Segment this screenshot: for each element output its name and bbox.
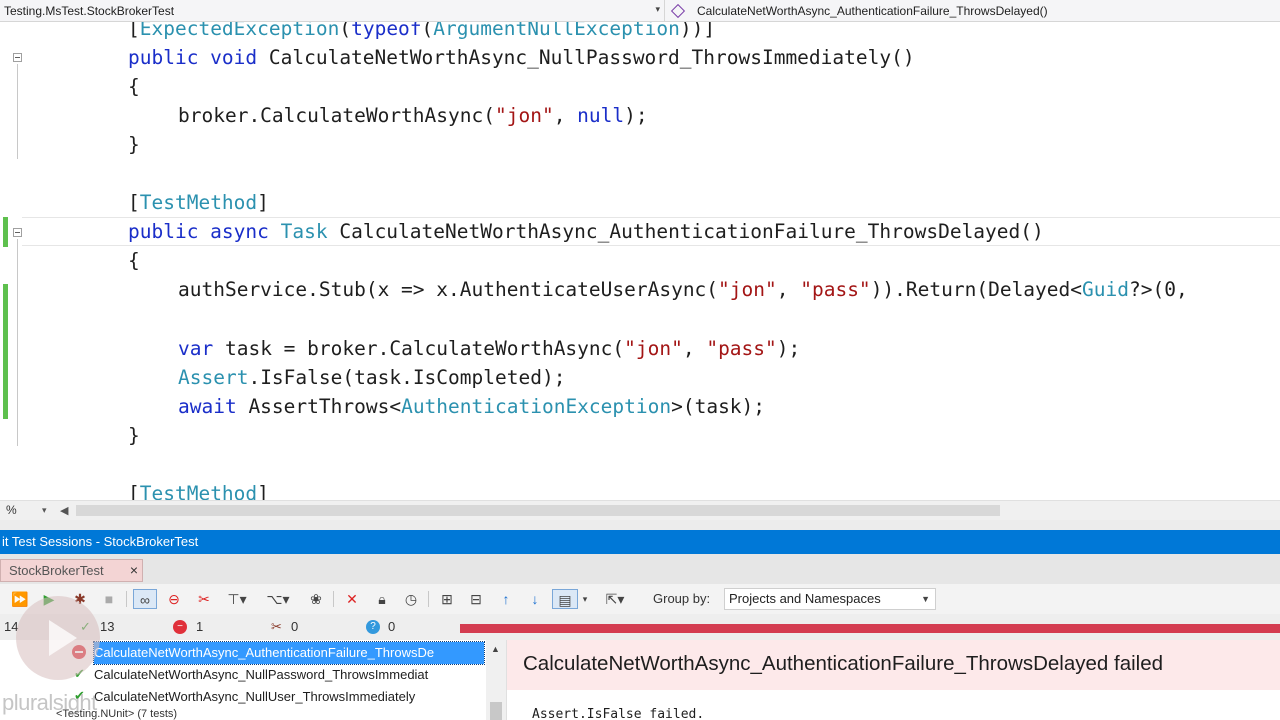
collapse-all-icon[interactable]: ⊟ (466, 589, 486, 609)
code-line: Assert.IsFalse(task.IsCompleted); (178, 366, 566, 389)
watermark-logo: pluralsight (2, 690, 97, 715)
class-dropdown[interactable]: Testing.MsTest.StockBrokerTest ▾ (0, 0, 665, 22)
code-line: [TestMethod] (128, 482, 269, 500)
code-line: broker.CalculateWorthAsync("jon", null); (178, 104, 648, 127)
scroll-left-icon[interactable]: ◀ (60, 504, 68, 517)
paw-icon[interactable]: ❀ (306, 589, 326, 609)
code-line: [TestMethod] (128, 191, 269, 214)
code-line: [ExpectedException(typeof(ArgumentNullEx… (128, 22, 716, 40)
test-stats-bar: 14 ✓ 13 − 1 ✂ 0 ? 0 (0, 614, 1280, 640)
chevron-down-icon[interactable]: ▾ (578, 589, 592, 609)
chevron-down-icon: ▼ (921, 594, 930, 604)
session-tab-label: StockBrokerTest (9, 563, 104, 578)
scrollbar-thumb[interactable] (490, 702, 502, 720)
change-marker (3, 284, 8, 419)
filter-icon[interactable]: ⊤▾ (222, 589, 252, 609)
test-detail-pane: CalculateNetWorthAsync_AuthenticationFai… (506, 640, 1280, 720)
layout-icon[interactable]: ▤ (552, 589, 578, 609)
wrench-icon[interactable]: ✂ (194, 589, 214, 609)
horizontal-scrollbar[interactable] (76, 505, 1000, 516)
code-line: } (128, 133, 140, 156)
test-row[interactable]: CalculateNetWorthAsync_NullPassword_Thro… (94, 664, 486, 686)
code-line: } (128, 424, 140, 447)
failed-icon: − (173, 620, 187, 634)
link-icon[interactable]: ∞ (133, 589, 157, 609)
test-row[interactable]: CalculateNetWorthAsync_AuthenticationFai… (93, 641, 485, 665)
detail-header: CalculateNetWorthAsync_AuthenticationFai… (507, 640, 1280, 690)
code-line: authService.Stub(x => x.AuthenticateUser… (178, 278, 1188, 301)
export-icon[interactable]: ⇱▾ (600, 589, 630, 609)
unknown-icon: ? (366, 620, 380, 634)
collapse-icon[interactable] (13, 53, 22, 62)
tree-icon[interactable]: ⌥▾ (262, 589, 294, 609)
toolbar-separator (333, 591, 334, 607)
ignored-count[interactable]: 0 (291, 619, 298, 634)
group-by-value: Projects and Namespaces (729, 591, 881, 606)
outline-guide (17, 239, 18, 446)
failed-count[interactable]: 1 (196, 619, 203, 634)
zoom-level[interactable]: % (6, 503, 17, 517)
toolbar-separator (126, 591, 127, 607)
unknown-count[interactable]: 0 (388, 619, 395, 634)
collapse-icon[interactable] (13, 228, 22, 237)
chevron-down-icon[interactable]: ▾ (42, 505, 47, 516)
method-icon (671, 5, 683, 17)
play-watermark-icon (16, 596, 100, 680)
session-tab-strip: StockBrokerTest × (0, 554, 1280, 584)
code-line: public void CalculateNetWorthAsync_NullP… (128, 46, 915, 69)
code-editor[interactable]: [ExpectedException(typeof(ArgumentNullEx… (0, 22, 1280, 500)
scroll-up-icon[interactable]: ▲ (491, 644, 500, 654)
code-line: { (128, 249, 140, 272)
navigation-bar: Testing.MsTest.StockBrokerTest ▾ Calcula… (0, 0, 1280, 22)
editor-footer: % ▾ ◀ (0, 500, 1280, 520)
code-line: { (128, 75, 140, 98)
member-dropdown-label: CalculateNetWorthAsync_AuthenticationFai… (697, 3, 1048, 18)
arrow-down-icon[interactable]: ↓ (525, 589, 545, 609)
test-progress-bar (460, 624, 1280, 633)
outline-guide (17, 64, 18, 159)
session-tab[interactable]: StockBrokerTest × (0, 559, 143, 582)
group-by-label: Group by: (653, 591, 711, 606)
stop-red-icon[interactable]: ⊖ (164, 589, 184, 609)
test-toolbar: ⏩ ▶ ✱ ■ ∞ ⊖ ✂ ⊤▾ ⌥▾ ❀ ✕ 🔒︎ ◷ ⊞ ⊟ ↑ ↓ ▤ ▾… (0, 584, 1280, 614)
delete-icon[interactable]: ✕ (342, 589, 362, 609)
run-all-icon[interactable]: ⏩ (10, 589, 30, 609)
panel-title-bar: it Test Sessions - StockBrokerTest (0, 530, 1280, 554)
expand-icon[interactable]: ⊞ (437, 589, 457, 609)
lock-icon[interactable]: 🔒︎ (372, 589, 392, 609)
toolbar-separator (428, 591, 429, 607)
failure-message: Assert.IsFalse failed. (532, 707, 705, 720)
member-dropdown[interactable]: CalculateNetWorthAsync_AuthenticationFai… (665, 0, 1280, 22)
stop-icon[interactable]: ■ (100, 589, 118, 609)
ignored-icon: ✂ (271, 619, 282, 634)
chevron-down-icon: ▾ (655, 3, 660, 14)
code-line: var task = broker.CalculateWorthAsync("j… (178, 337, 801, 360)
vertical-scrollbar[interactable]: ▲ (486, 640, 506, 720)
change-marker (3, 217, 8, 247)
close-icon[interactable]: × (130, 560, 138, 581)
class-dropdown-label: Testing.MsTest.StockBrokerTest (4, 3, 175, 18)
group-by-select[interactable]: Projects and Namespaces ▼ (724, 588, 936, 610)
clock-icon[interactable]: ◷ (401, 589, 421, 609)
code-line: public async Task CalculateNetWorthAsync… (128, 220, 1044, 243)
arrow-up-icon[interactable]: ↑ (496, 589, 516, 609)
passed-count[interactable]: 13 (100, 619, 114, 634)
panel-divider (0, 520, 1280, 530)
test-row[interactable]: CalculateNetWorthAsync_NullUser_ThrowsIm… (94, 686, 486, 708)
detail-title: CalculateNetWorthAsync_AuthenticationFai… (523, 652, 1164, 675)
code-line: await AssertThrows<AuthenticationExcepti… (178, 395, 766, 418)
